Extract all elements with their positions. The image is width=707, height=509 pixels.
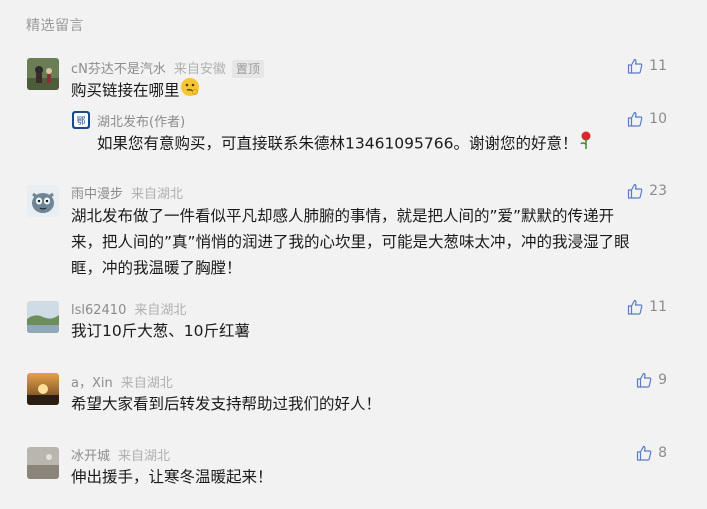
avatar[interactable]	[27, 301, 59, 333]
nickname[interactable]: 雨中漫步	[71, 187, 123, 202]
location: 来自湖北	[134, 303, 187, 318]
like-count: 11	[649, 58, 667, 74]
thumbs-up-icon	[628, 299, 643, 315]
comment-meta: 冰开城 来自湖北	[71, 445, 170, 464]
avatar[interactable]	[27, 447, 59, 479]
avatar[interactable]	[27, 373, 59, 405]
nickname[interactable]: 冰开城	[71, 449, 110, 464]
comment-text-content: 购买链接在哪里	[71, 81, 180, 100]
comment-meta: lsl62410 来自湖北	[71, 299, 186, 318]
location: 来自湖北	[120, 376, 173, 391]
thumbs-up-icon	[628, 111, 643, 127]
like-count: 11	[649, 299, 667, 315]
like-count: 9	[658, 372, 667, 388]
comment-text-line: 来，把人间的”真”悄悄的润进了我的心坎里，可能是大葱味太冲，冲的我浸湿了眼	[71, 233, 630, 251]
comment-meta: a，Xin 来自湖北	[71, 372, 173, 391]
like-count: 23	[649, 183, 667, 199]
location: 来自湖北	[118, 449, 171, 464]
like-button[interactable]: 11	[627, 299, 667, 315]
comment-text: 希望大家看到后转发支持帮助过我们的好人！	[71, 395, 382, 413]
comment-text-line: 湖北发布做了一件看似平凡却感人肺腑的事情，就是把人间的”爱”默默的传递开	[71, 207, 615, 225]
location: 来自安徽	[173, 62, 226, 77]
section-title: 精选留言	[26, 18, 84, 34]
nickname[interactable]: a，Xin	[71, 376, 113, 391]
comment-text-line: 眶，冲的我温暖了胸膛！	[71, 259, 242, 277]
location: 来自湖北	[131, 187, 184, 202]
nickname[interactable]: lsl62410	[71, 303, 126, 318]
thinking-emoji-icon	[180, 77, 200, 105]
like-button[interactable]: 11	[627, 58, 667, 74]
comment-meta: 雨中漫步 来自湖北	[71, 183, 183, 202]
comment-text: 湖北发布做了一件看似平凡却感人肺腑的事情，就是把人间的”爱”默默的传递开 来，把…	[71, 203, 671, 281]
comment-meta: cN芬达不是汽水 来自安徽 置顶	[71, 58, 264, 78]
comment-text: 我订10斤大葱、10斤红薯	[71, 322, 250, 340]
comment-text: 购买链接在哪里	[71, 77, 671, 105]
like-count: 10	[649, 111, 667, 127]
like-button[interactable]: 23	[627, 183, 667, 199]
rose-emoji-icon	[577, 130, 595, 158]
avatar[interactable]	[27, 185, 59, 217]
pinned-badge: 置顶	[231, 60, 264, 78]
reply-author[interactable]: 湖北发布(作者)	[97, 111, 185, 130]
like-count: 8	[658, 445, 667, 461]
comment-text: 伸出援手，让寒冬温暖起来！	[71, 468, 273, 486]
thumbs-up-icon	[628, 58, 643, 74]
like-button[interactable]: 8	[636, 445, 667, 461]
reply-text-content: 如果您有意购买，可直接联系朱德林13461095766。谢谢您的好意！	[97, 134, 578, 153]
author-avatar: 鄂	[72, 111, 90, 129]
like-button[interactable]: 10	[627, 111, 667, 127]
svg-text:鄂: 鄂	[76, 116, 85, 127]
nickname[interactable]: cN芬达不是汽水	[71, 62, 166, 77]
reply-text: 如果您有意购买，可直接联系朱德林13461095766。谢谢您的好意！	[97, 130, 595, 158]
thumbs-up-icon	[636, 445, 652, 461]
thumbs-up-icon	[628, 183, 643, 199]
thumbs-up-icon	[636, 372, 652, 388]
like-button[interactable]: 9	[636, 372, 667, 388]
avatar[interactable]	[27, 58, 59, 90]
